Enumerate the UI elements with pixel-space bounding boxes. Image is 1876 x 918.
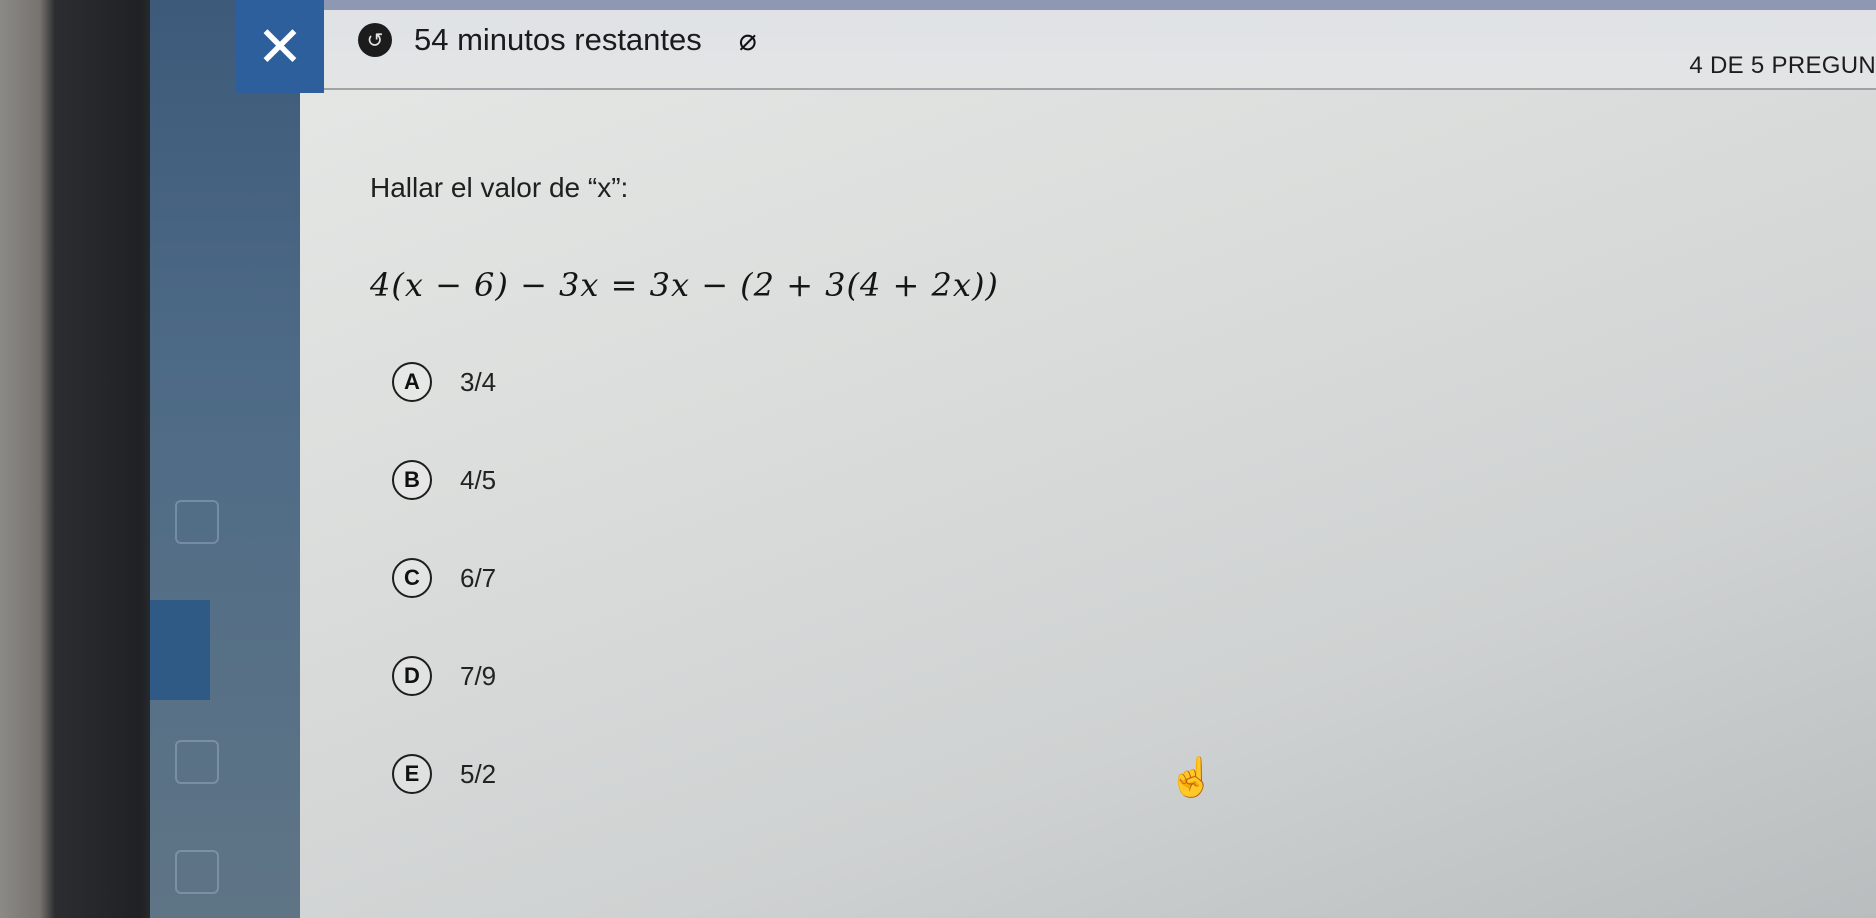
time-remaining: ↺ 54 minutos restantes ⌀ xyxy=(358,22,766,58)
option-value: 5/2 xyxy=(460,758,497,789)
option-value: 6/7 xyxy=(460,562,497,593)
hand-pointer-icon: ☝ xyxy=(1168,757,1216,799)
question-progress: 4 DE 5 PREGUN xyxy=(1689,52,1876,79)
eye-slash-icon[interactable]: ⌀ xyxy=(730,24,766,57)
top-accent-strip xyxy=(300,0,1876,10)
option-d[interactable]: D 7/9 xyxy=(392,654,496,698)
sidebar-calculator-icon[interactable] xyxy=(175,740,219,784)
sidebar-grid-icon[interactable] xyxy=(175,500,219,544)
answer-options: A 3/4 B 4/5 C 6/7 D 7/9 E 5/2 xyxy=(392,360,496,850)
option-c[interactable]: C 6/7 xyxy=(392,556,496,600)
question-equation: 4(x − 6) − 3x = 3x − (2 + 3(4 + 2x)) xyxy=(370,266,999,304)
option-value: 4/5 xyxy=(460,464,497,495)
option-e[interactable]: E 5/2 xyxy=(392,752,496,796)
close-button[interactable]: ✕ xyxy=(236,0,324,93)
timer-icon: ↺ xyxy=(358,23,392,57)
option-letter: D xyxy=(392,656,432,696)
option-letter: E xyxy=(392,754,432,794)
option-letter: B xyxy=(392,460,432,500)
sidebar-highlight xyxy=(150,600,210,700)
question-prompt: Hallar el valor de “x”: xyxy=(370,172,629,203)
main-content xyxy=(300,0,1876,918)
sidebar-keyboard-icon[interactable] xyxy=(175,850,219,894)
time-remaining-text: 54 minutos restantes xyxy=(414,22,702,57)
option-letter: A xyxy=(392,362,432,402)
option-a[interactable]: A 3/4 xyxy=(392,360,496,404)
app-sidebar xyxy=(150,0,300,918)
option-letter: C xyxy=(392,558,432,598)
option-value: 3/4 xyxy=(460,366,497,397)
option-b[interactable]: B 4/5 xyxy=(392,458,496,502)
close-icon: ✕ xyxy=(256,14,304,78)
option-value: 7/9 xyxy=(460,660,497,691)
